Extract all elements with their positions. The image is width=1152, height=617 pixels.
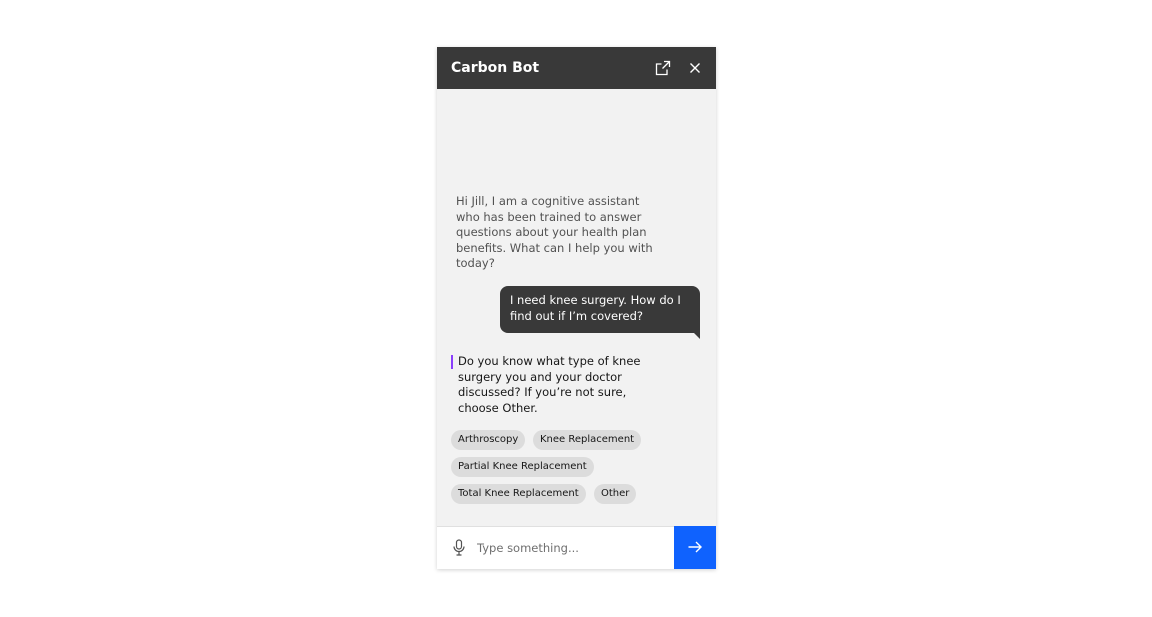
close-icon [690,63,700,73]
popout-button[interactable] [653,58,673,78]
launch-icon [655,60,671,76]
option-chip-other[interactable]: Other [594,484,637,504]
bot-question-text: Do you know what type of knee surgery yo… [458,354,641,415]
message-input-bar [437,526,716,569]
chat-window: Carbon Bot Hi Jill, I am a cognitive ass… [437,47,716,569]
bot-accent-bar [451,355,453,369]
option-chip-total-knee-replacement[interactable]: Total Knee Replacement [451,484,586,504]
send-button[interactable] [674,526,716,569]
user-bubble-tail [693,332,700,339]
arrow-right-icon [688,541,702,553]
bot-greeting-message: Hi Jill, I am a cognitive assistant who … [456,194,653,271]
microphone-button[interactable] [451,539,467,557]
chat-title: Carbon Bot [451,60,540,76]
option-chip-knee-replacement[interactable]: Knee Replacement [533,430,642,450]
chat-header: Carbon Bot [437,47,716,89]
option-chip-partial-knee-replacement[interactable]: Partial Knee Replacement [451,457,594,477]
close-button[interactable] [685,58,705,78]
user-message-bubble: I need knee surgery. How do I find out i… [500,286,700,333]
option-chip-arthroscopy[interactable]: Arthroscopy [451,430,526,450]
microphone-icon [453,539,465,556]
bot-question-message: Do you know what type of knee surgery yo… [451,354,661,416]
message-input[interactable] [477,537,667,559]
